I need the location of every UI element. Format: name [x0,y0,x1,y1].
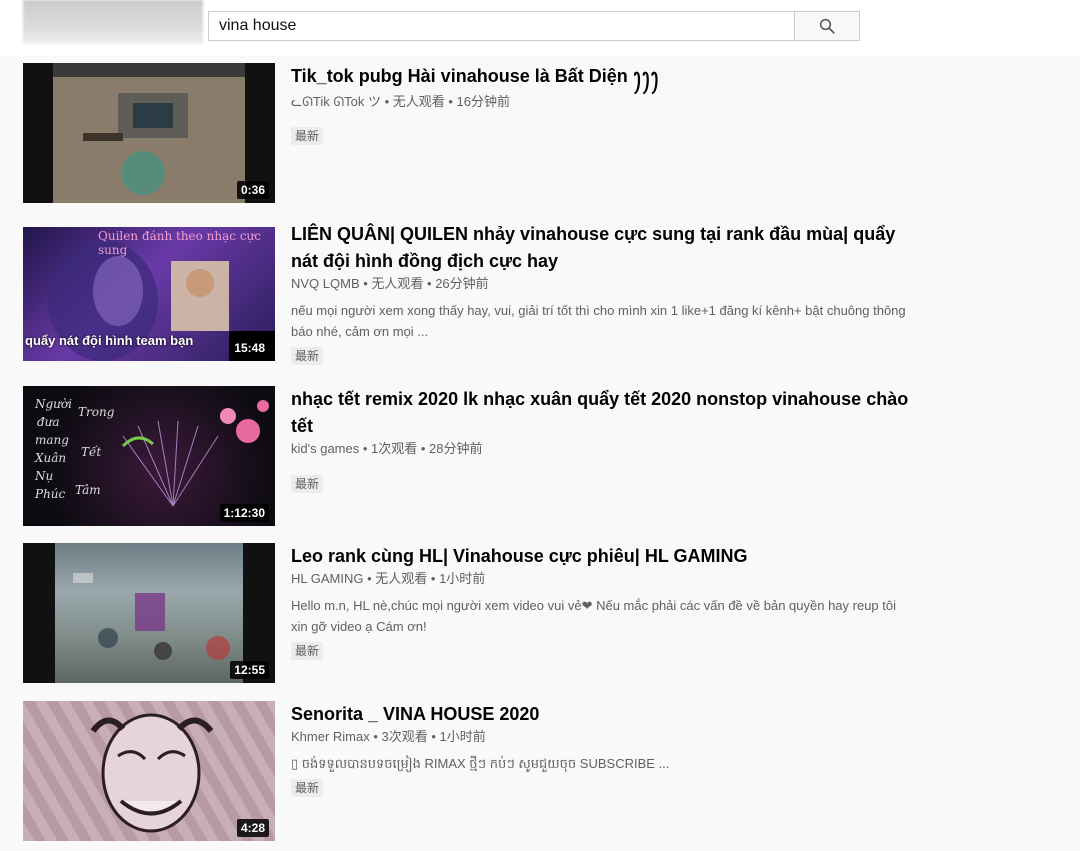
meta-separator: • [380,94,393,109]
search-icon [819,18,835,34]
svg-text:Xuân: Xuân [34,451,66,465]
video-description: Hello m.n, HL nè,chúc mọi người xem vide… [291,598,897,634]
search-button[interactable] [794,11,860,41]
meta-separator: • [423,276,436,291]
new-badge: 最新 [291,779,324,797]
video-title[interactable]: Senorita _ VINA HOUSE 2020 [291,701,911,728]
svg-text:Tâm: Tâm [75,483,101,497]
view-count: 无人观看 [375,571,428,586]
upload-time: 26分钟前 [435,276,489,291]
svg-text:mang: mang [35,433,69,447]
channel-name[interactable]: NVQ LQMB [291,276,360,291]
svg-text:Tết: Tết [81,444,101,459]
video-thumbnail[interactable]: Quilen đánh theo nhạc cực sung quẩy nát … [23,221,275,361]
channel-name[interactable]: ᓚᘏTik ᘏTok ツ [291,94,381,109]
meta-separator: • [417,441,430,456]
video-thumbnail[interactable]: 0:36 [23,63,275,203]
video-meta: Senorita _ VINA HOUSE 2020 Khmer Rimax •… [291,701,911,797]
meta-separator: • [369,729,382,744]
svg-text:Phúc: Phúc [34,487,66,501]
masthead [0,0,1080,56]
video-duration: 0:36 [236,181,269,199]
video-title[interactable]: nhạc tết remix 2020 lk nhạc xuân quẩy tế… [291,386,911,440]
video-thumbnail[interactable]: Người đưa mang Xuân Nụ Phúc Trong Tết Tâ… [23,386,275,526]
video-meta: Tik_tok pubg Hài vinahouse là Bất Diện ꫂ… [291,63,911,145]
video-duration: 12:55 [230,661,269,679]
video-title[interactable]: Leo rank cùng HL| Vinahouse cực phiêu| H… [291,543,911,570]
upload-time: 16分钟前 [456,94,510,109]
video-result[interactable]: 0:36 Tik_tok pubg Hài vinahouse là Bất D… [23,63,923,203]
channel-name[interactable]: Khmer Rimax [291,729,370,744]
video-title[interactable]: LIÊN QUÂN| QUILEN nhảy vinahouse cực sun… [291,221,911,275]
thumbnail-caption: Quilen đánh theo nhạc cực sung [98,229,262,257]
search-input[interactable] [208,11,794,41]
video-duration: 4:28 [236,819,269,837]
video-duration: 1:12:30 [219,504,269,522]
meta-separator: • [363,571,376,586]
meta-separator: • [359,276,372,291]
view-count: 无人观看 [371,276,424,291]
video-byline: ᓚᘏTik ᘏTok ツ • 无人观看 • 16分钟前 [291,93,911,111]
thumbnail-caption: quẩy nát đội hình team bạn [25,333,194,348]
video-byline: NVQ LQMB • 无人观看 • 26分钟前 [291,275,911,293]
svg-text:Nụ: Nụ [34,469,53,483]
video-title[interactable]: Tik_tok pubg Hài vinahouse là Bất Diện ꫂ… [291,63,911,90]
new-badge: 最新 [291,642,324,660]
video-meta: nhạc tết remix 2020 lk nhạc xuân quẩy tế… [291,386,911,493]
upload-time: 1小时前 [439,729,486,744]
meta-separator: • [444,94,457,109]
video-byline: kid's games • 1次观看 • 28分钟前 [291,440,911,458]
video-result[interactable]: 12:55 Leo rank cùng HL| Vinahouse cực ph… [23,543,923,683]
view-count: 1次观看 [371,441,418,456]
video-thumbnail[interactable]: 4:28 [23,701,275,841]
meta-separator: • [359,441,372,456]
video-description: nếu mọi người xem xong thấy hay, vui, gi… [291,303,906,339]
upload-time: 28分钟前 [429,441,483,456]
video-meta: Leo rank cùng HL| Vinahouse cực phiêu| H… [291,543,911,660]
new-badge: 最新 [291,475,324,493]
new-badge: 最新 [291,127,324,145]
video-result[interactable]: Quilen đánh theo nhạc cực sung quẩy nát … [23,221,923,365]
meta-separator: • [427,729,440,744]
video-description: ▯ ចង់ទទួលបានបទចម្រៀង RIMAX ថ្មីៗ កប់ៗ សូ… [291,756,670,771]
video-meta: LIÊN QUÂN| QUILEN nhảy vinahouse cực sun… [291,221,911,365]
video-duration: 15:48 [230,339,269,357]
svg-text:Người: Người [34,397,72,411]
meta-separator: • [427,571,440,586]
svg-text:đưa: đưa [37,415,60,429]
scrolled-thumbnail-peek [23,0,203,44]
new-badge: 最新 [291,347,324,365]
svg-text:Trong: Trong [78,405,115,419]
video-byline: Khmer Rimax • 3次观看 • 1小时前 [291,728,911,746]
channel-name[interactable]: kid's games [291,441,359,456]
view-count: 3次观看 [381,729,428,744]
video-result[interactable]: Người đưa mang Xuân Nụ Phúc Trong Tết Tâ… [23,386,923,526]
video-result[interactable]: 4:28 Senorita _ VINA HOUSE 2020 Khmer Ri… [23,701,923,841]
video-byline: HL GAMING • 无人观看 • 1小时前 [291,570,911,588]
upload-time: 1小时前 [439,571,486,586]
channel-name[interactable]: HL GAMING [291,571,363,586]
video-thumbnail[interactable]: 12:55 [23,543,275,683]
view-count: 无人观看 [392,94,445,109]
